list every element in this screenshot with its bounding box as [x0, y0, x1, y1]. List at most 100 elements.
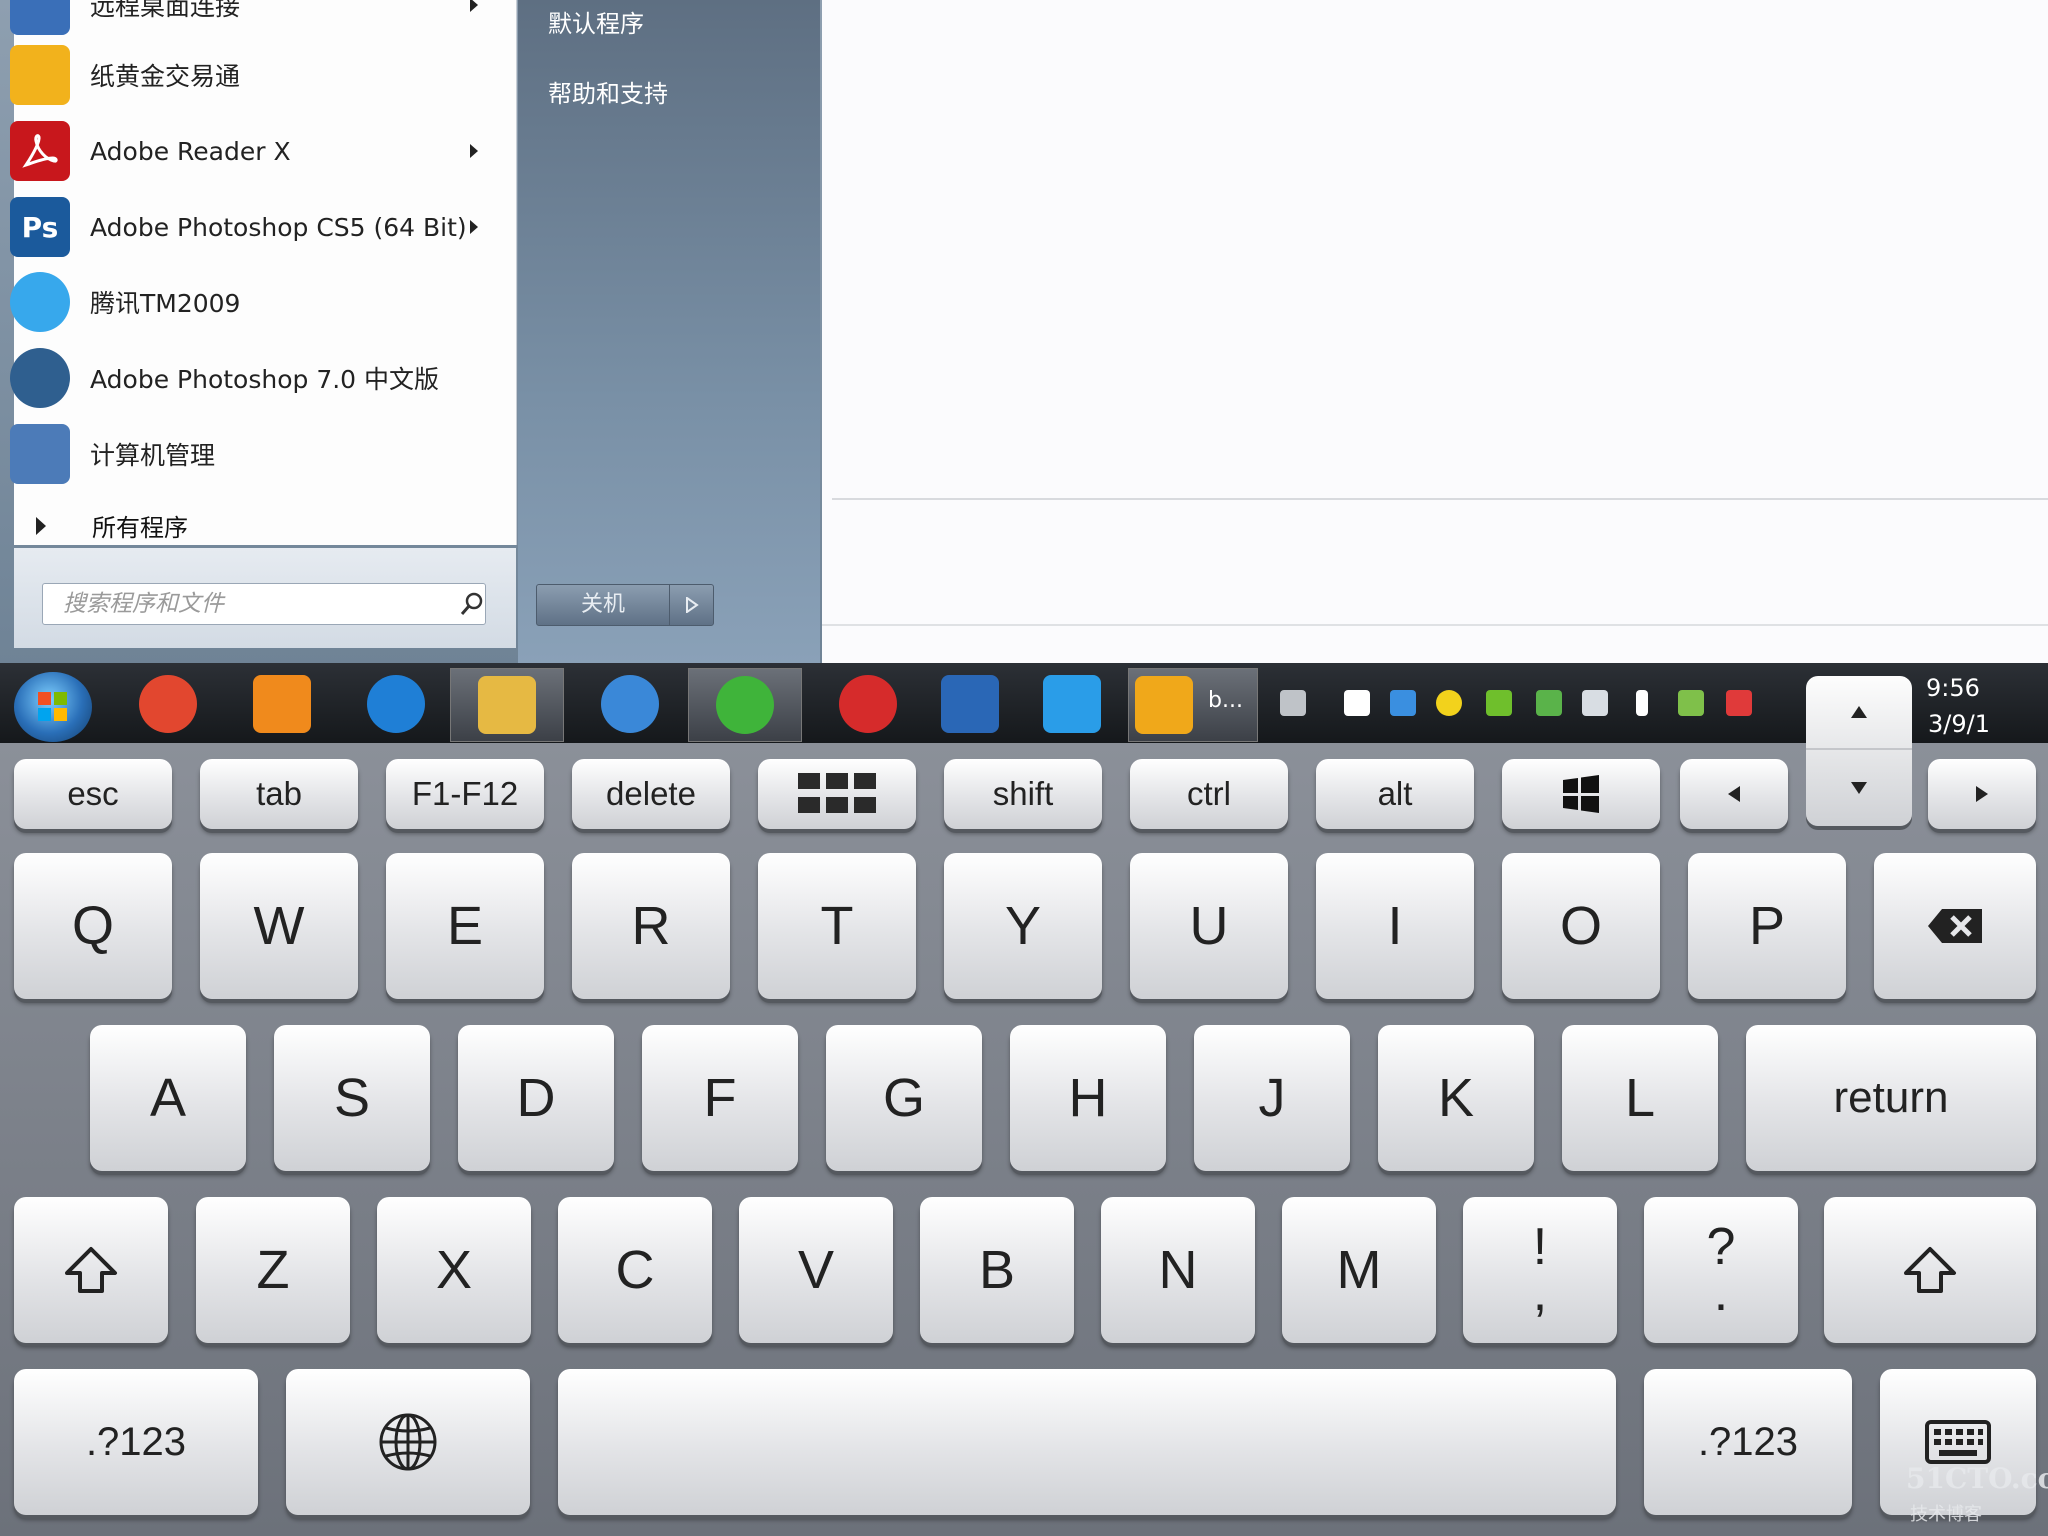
bluetooth-tray-icon[interactable]: [1636, 690, 1648, 716]
key-b[interactable]: B: [920, 1197, 1074, 1343]
key-question-period[interactable]: ? .: [1644, 1197, 1798, 1343]
key-ctrl[interactable]: ctrl: [1130, 759, 1288, 829]
key-a[interactable]: A: [90, 1025, 246, 1171]
program-label: Adobe Reader X: [90, 136, 291, 166]
program-item-computer-management[interactable]: 计算机管理: [10, 419, 500, 489]
key-globe[interactable]: [286, 1369, 530, 1515]
key-arrow-down[interactable]: [1806, 752, 1912, 824]
key-c[interactable]: C: [558, 1197, 712, 1343]
default-programs-link[interactable]: 默认程序: [548, 4, 644, 39]
key-windows[interactable]: [1502, 759, 1660, 829]
window-divider: [832, 498, 2048, 500]
key-f1-f12[interactable]: F1-F12: [386, 759, 544, 829]
key-esc[interactable]: esc: [14, 759, 172, 829]
key-i[interactable]: I: [1316, 853, 1474, 999]
key-lower-char: ,: [1532, 1264, 1548, 1322]
key-n[interactable]: N: [1101, 1197, 1255, 1343]
taskbar-app-file-explorer[interactable]: [450, 668, 564, 742]
shutdown-options-button[interactable]: [670, 585, 713, 625]
key-v[interactable]: V: [739, 1197, 893, 1343]
taskbar-app-media-player[interactable]: [226, 668, 338, 740]
clock-time[interactable]: 9:56: [1926, 674, 1980, 702]
key-o[interactable]: O: [1502, 853, 1660, 999]
grid-icon: [798, 773, 876, 813]
internet-explorer-icon: [367, 675, 425, 733]
key-f[interactable]: F: [642, 1025, 798, 1171]
key-arrow-left[interactable]: [1680, 759, 1788, 829]
key-l[interactable]: L: [1562, 1025, 1718, 1171]
search-icon[interactable]: [459, 591, 485, 617]
action-center-flag-icon[interactable]: [1726, 690, 1752, 716]
program-item-tencent-tm[interactable]: 腾讯TM2009: [10, 267, 500, 337]
key-t[interactable]: T: [758, 853, 916, 999]
globe-icon: [379, 1413, 437, 1471]
key-p[interactable]: P: [1688, 853, 1846, 999]
key-s[interactable]: S: [274, 1025, 430, 1171]
network-tray-icon[interactable]: [1582, 690, 1608, 716]
key-shift-right[interactable]: [1824, 1197, 2036, 1343]
picture-tray-icon[interactable]: [1390, 690, 1416, 716]
up-arrow-icon: [1851, 706, 1867, 718]
taskbar-app-baidu-cloud[interactable]: [1016, 668, 1128, 740]
key-shift-function[interactable]: shift: [944, 759, 1102, 829]
search-input[interactable]: [61, 590, 455, 618]
taskbar-app-weibo[interactable]: [812, 668, 924, 740]
key-z[interactable]: Z: [196, 1197, 350, 1343]
key-numbers-left[interactable]: .?123: [14, 1369, 258, 1515]
key-delete[interactable]: delete: [572, 759, 730, 829]
key-tab[interactable]: tab: [200, 759, 358, 829]
key-numbers-right[interactable]: .?123: [1644, 1369, 1852, 1515]
program-item-adobe-reader[interactable]: Adobe Reader X: [10, 116, 500, 186]
key-r[interactable]: R: [572, 853, 730, 999]
plus-tray-icon[interactable]: [1436, 690, 1462, 716]
start-button[interactable]: [14, 672, 92, 742]
key-w[interactable]: W: [200, 853, 358, 999]
key-y[interactable]: Y: [944, 853, 1102, 999]
shutdown-button[interactable]: 关机: [536, 584, 714, 626]
program-label: Adobe Photoshop 7.0 中文版: [90, 365, 440, 394]
usb-tray-icon[interactable]: [1678, 690, 1704, 716]
key-q[interactable]: Q: [14, 853, 172, 999]
key-m[interactable]: M: [1282, 1197, 1436, 1343]
all-programs-label: 所有程序: [92, 514, 188, 542]
program-item-photoshop-cs5[interactable]: Ps Adobe Photoshop CS5 (64 Bit): [10, 192, 500, 262]
key-d[interactable]: D: [458, 1025, 614, 1171]
key-apps-grid[interactable]: [758, 759, 916, 829]
key-k[interactable]: K: [1378, 1025, 1534, 1171]
key-e[interactable]: E: [386, 853, 544, 999]
submenu-arrow-icon: [470, 220, 478, 234]
keyboard-tray-icon[interactable]: [1280, 690, 1306, 716]
key-u[interactable]: U: [1130, 853, 1288, 999]
key-return[interactable]: return: [1746, 1025, 2036, 1171]
device-tray-icon[interactable]: [1536, 690, 1562, 716]
key-shift-left[interactable]: [14, 1197, 168, 1343]
all-programs-button[interactable]: 所有程序: [36, 508, 188, 543]
taskbar-app-blue-orb[interactable]: [574, 668, 686, 740]
arrow-up-down-key: [1806, 676, 1912, 826]
key-space[interactable]: [558, 1369, 1616, 1515]
nvidia-tray-icon[interactable]: [1486, 690, 1512, 716]
cloud-tray-icon[interactable]: [1344, 690, 1370, 716]
key-exclamation-comma[interactable]: ! ,: [1463, 1197, 1617, 1343]
key-g[interactable]: G: [826, 1025, 982, 1171]
program-item-paper-gold[interactable]: 纸黄金交易通: [10, 40, 500, 110]
taskbar-app-internet-explorer[interactable]: [340, 668, 452, 740]
program-item-remote-desktop[interactable]: 远程桌面连接: [10, 0, 500, 40]
key-j[interactable]: J: [1194, 1025, 1350, 1171]
taskbar-app-label: b...: [1208, 688, 1243, 713]
clock-date[interactable]: 3/9/1: [1928, 710, 1990, 738]
key-arrow-right[interactable]: [1928, 759, 2036, 829]
photoshop-icon-text: Ps: [21, 210, 59, 244]
key-x[interactable]: X: [377, 1197, 531, 1343]
key-alt[interactable]: alt: [1316, 759, 1474, 829]
program-item-photoshop-7[interactable]: Adobe Photoshop 7.0 中文版: [10, 343, 500, 413]
key-h[interactable]: H: [1010, 1025, 1166, 1171]
taskbar-app-pinwheel[interactable]: [112, 668, 224, 740]
start-search-field[interactable]: [42, 583, 486, 625]
taskbar-app-green-browser[interactable]: [688, 668, 802, 742]
taskbar-app-film[interactable]: [914, 668, 1026, 740]
adobe-reader-icon: [10, 121, 70, 181]
key-arrow-up[interactable]: [1806, 676, 1912, 750]
help-and-support-link[interactable]: 帮助和支持: [548, 74, 668, 109]
key-backspace[interactable]: [1874, 853, 2036, 999]
